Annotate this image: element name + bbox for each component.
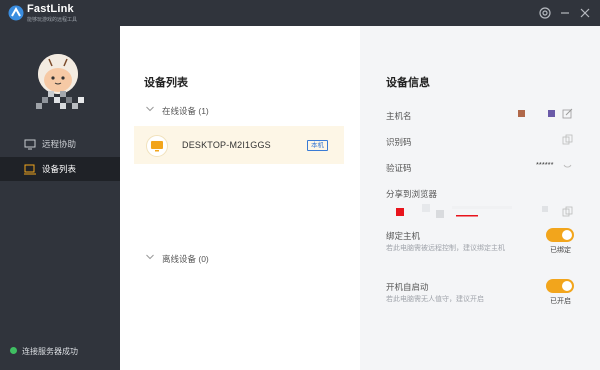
hostname-label: 主机名 bbox=[386, 111, 412, 121]
id-label: 识别码 bbox=[386, 137, 412, 147]
device-info-panel: 设备信息 主机名 识别码 验证码 ****** 分享到浏览器 绑定主机 若此电脑… bbox=[360, 26, 600, 370]
sidebar-item-label: 远程协助 bbox=[42, 139, 77, 149]
device-list-icon bbox=[24, 164, 36, 175]
settings-icon[interactable] bbox=[538, 6, 552, 20]
toggle-knob bbox=[562, 230, 572, 240]
remote-assist-icon bbox=[24, 139, 36, 150]
refresh-icon[interactable] bbox=[562, 159, 573, 170]
app-slogan: 能够玩游戏的远程工具 bbox=[27, 17, 78, 23]
verify-code-value: ****** bbox=[536, 160, 554, 169]
chevron-down-icon bbox=[146, 106, 154, 112]
status-text: 连接服务器成功 bbox=[22, 347, 78, 356]
device-row[interactable]: DESKTOP-M2I1GGS 本机 bbox=[134, 126, 344, 164]
share-link-masked bbox=[396, 204, 548, 218]
autostart-state: 已开启 bbox=[550, 298, 571, 305]
bind-host-label: 绑定主机 bbox=[386, 231, 421, 241]
bind-host-toggle[interactable] bbox=[546, 228, 574, 242]
sidebar-item-label: 设备列表 bbox=[42, 164, 77, 174]
chevron-down-icon bbox=[146, 254, 154, 260]
title-bar: FastLink 能够玩游戏的远程工具 bbox=[0, 0, 600, 26]
copy-icon[interactable] bbox=[562, 134, 573, 145]
device-name: DESKTOP-M2I1GGS bbox=[182, 140, 271, 150]
autostart-label: 开机自启动 bbox=[386, 282, 429, 292]
username-masked bbox=[36, 91, 84, 109]
device-info-title: 设备信息 bbox=[386, 77, 430, 89]
copy-link-icon[interactable] bbox=[562, 206, 573, 217]
connection-status: 连接服务器成功 bbox=[10, 346, 78, 357]
offline-group-label: 离线设备 (0) bbox=[162, 254, 209, 264]
verify-code-label: 验证码 bbox=[386, 163, 412, 173]
fastlink-logo-icon bbox=[8, 5, 24, 21]
sidebar: 远程协助 设备列表 连接服务器成功 bbox=[0, 26, 120, 370]
online-group-label: 在线设备 (1) bbox=[162, 106, 209, 116]
bind-host-desc: 若此电脑需被远程控制，建议绑定主机 bbox=[386, 245, 505, 252]
hostname-masked bbox=[518, 110, 555, 117]
status-dot-icon bbox=[10, 347, 17, 354]
device-list-panel: 设备列表 在线设备 (1) DESKTOP-M2I1GGS 本机 离线设备 (0… bbox=[120, 26, 360, 370]
sidebar-item-remote-assist[interactable]: 远程协助 bbox=[0, 132, 120, 156]
avatar-image bbox=[38, 54, 78, 94]
bind-host-state: 已绑定 bbox=[550, 247, 571, 254]
device-icon-wrap bbox=[146, 135, 168, 157]
toggle-knob bbox=[562, 281, 572, 291]
edit-icon[interactable] bbox=[562, 108, 573, 119]
close-icon[interactable] bbox=[578, 6, 592, 20]
sidebar-item-device-list[interactable]: 设备列表 bbox=[0, 157, 120, 181]
avatar[interactable] bbox=[38, 54, 78, 94]
minimize-icon[interactable] bbox=[558, 6, 572, 20]
device-list-title: 设备列表 bbox=[144, 77, 188, 89]
share-browser-label: 分享到浏览器 bbox=[386, 189, 438, 199]
autostart-toggle[interactable] bbox=[546, 279, 574, 293]
monitor-icon bbox=[151, 141, 163, 152]
app-brand: FastLink bbox=[27, 3, 74, 15]
local-device-badge: 本机 bbox=[307, 140, 328, 151]
autostart-desc: 若此电脑需无人值守，建议开启 bbox=[386, 296, 484, 303]
